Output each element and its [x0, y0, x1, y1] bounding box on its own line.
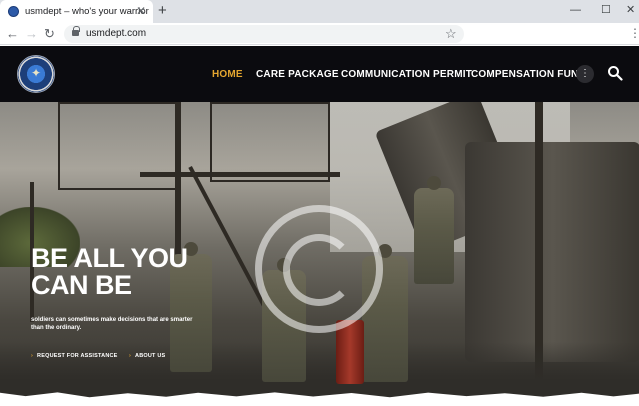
new-tab-button[interactable]: +: [158, 2, 167, 20]
address-bar[interactable]: usmdept.com ☆: [64, 25, 464, 43]
lock-icon: [72, 26, 80, 36]
nav-compensation-fund[interactable]: COMPENSATION FUND: [471, 69, 586, 80]
cta-primary-label: REQUEST FOR ASSISTANCE: [37, 353, 118, 359]
nav-care-package[interactable]: CARE PACKAGE: [256, 69, 339, 80]
url-text: usmdept.com: [86, 28, 147, 39]
copyright-watermark-c: [283, 234, 355, 306]
maximize-button[interactable]: ☐: [601, 2, 611, 18]
reload-icon[interactable]: ↻: [44, 26, 55, 42]
tab-title: usmdept – who's your warrior: [25, 6, 149, 17]
back-arrow-icon[interactable]: ←: [6, 26, 19, 42]
search-icon[interactable]: [607, 65, 623, 81]
nav-home[interactable]: HOME: [212, 69, 243, 80]
close-icon[interactable]: ✕: [136, 3, 146, 19]
soldier-figure: [414, 176, 454, 284]
arrow-right-icon: ›: [31, 353, 34, 359]
cta-secondary-label: ABOUT US: [135, 353, 166, 359]
request-assistance-link[interactable]: › REQUEST FOR ASSISTANCE: [31, 353, 118, 359]
site-favicon-icon: [8, 6, 19, 17]
browser-menu-icon[interactable]: ⋮: [629, 26, 639, 40]
more-menu-button[interactable]: ⋮: [576, 65, 594, 83]
site-header: ✦ HOME CARE PACKAGE COMMUNICATION PERMIT…: [0, 46, 639, 102]
about-us-link[interactable]: › ABOUT US: [129, 353, 165, 359]
red-barrel: [336, 320, 364, 384]
forward-arrow-icon[interactable]: →: [25, 26, 38, 42]
browser-tabstrip: usmdept – who's your warrior ✕ + — ☐ ✕: [0, 0, 639, 23]
nav-communication-permit[interactable]: COMMUNICATION PERMIT: [341, 69, 472, 80]
hero-subtitle: soldiers can sometimes make decisions th…: [31, 317, 193, 331]
browser-toolbar: ← → ↻ usmdept.com ☆ ⋮: [0, 23, 639, 45]
bookmark-star-icon[interactable]: ☆: [445, 25, 457, 42]
browser-tab[interactable]: usmdept – who's your warrior ✕: [0, 0, 153, 23]
hero-banner: BE ALL YOU CAN BE soldiers can sometimes…: [0, 102, 639, 406]
eagle-icon: ✦: [30, 66, 42, 80]
scaffold-tower: [210, 102, 330, 182]
close-window-button[interactable]: ✕: [626, 2, 635, 18]
minimize-button[interactable]: —: [570, 2, 581, 18]
hero-title: BE ALL YOU CAN BE: [31, 243, 188, 300]
industrial-machine: [465, 142, 639, 362]
arrow-right-icon: ›: [129, 353, 132, 359]
